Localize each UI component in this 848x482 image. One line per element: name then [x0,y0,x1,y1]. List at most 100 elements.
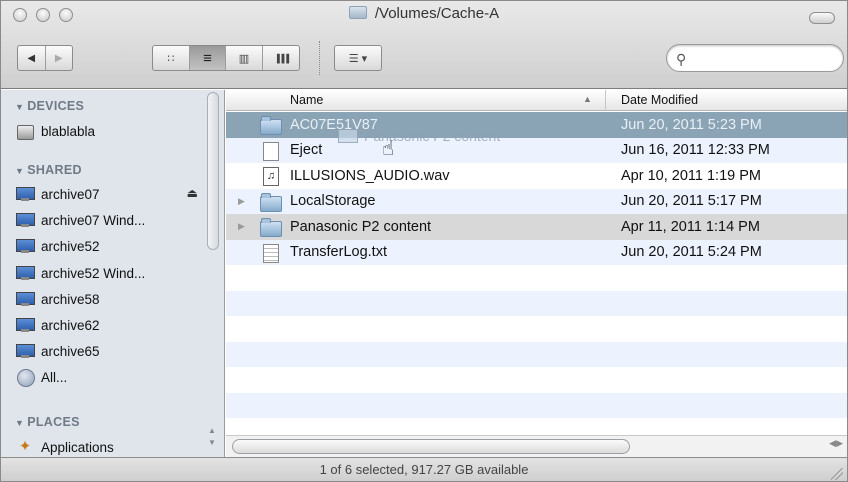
file-row-localstorage[interactable]: ▶ LocalStorage Jun 20, 2011 5:17 PM [226,188,847,214]
horizontal-scroll-thumb[interactable] [232,439,630,454]
monitor-icon [15,186,35,202]
sidebar-scroll-thumb[interactable] [207,92,219,250]
sidebar-item-archive52-windows[interactable]: archive52 Wind... [15,262,145,284]
search-input[interactable] [693,49,833,67]
folder-icon [348,6,367,19]
file-date: Jun 20, 2011 5:23 PM [621,116,762,133]
file-row-transferlog[interactable]: TransferLog.txt Jun 20, 2011 5:24 PM [226,239,847,265]
disclosure-triangle-icon: ▼ [15,418,25,428]
file-date: Apr 11, 2011 1:14 PM [621,218,760,235]
file-row-panasonic-p2-content[interactable]: ▶ Panasonic P2 content Apr 11, 2011 1:14… [226,214,847,240]
file-name: Eject [290,142,323,159]
hand-cursor-icon: ☝ [382,138,395,160]
folder-icon [260,116,282,135]
file-date: Apr 10, 2011 1:19 PM [621,167,761,184]
applications-icon: ✦ [18,438,32,455]
sidebar-item-label: archive62 [41,317,100,333]
empty-row [226,316,847,342]
column-divider[interactable] [605,90,606,111]
arrange-icon: ☰ ▾ [348,52,368,65]
back-button[interactable]: ◀ [18,46,46,70]
sidebar-item-archive07[interactable]: archive07 [15,183,100,205]
sidebar-item-label: Applications [41,439,114,455]
file-date: Jun 20, 2011 5:17 PM [621,193,762,210]
file-name: LocalStorage [290,193,376,210]
toolbar-separator [319,41,321,75]
sidebar-header-devices[interactable]: ▼ DEVICES [15,99,84,113]
resize-grip-icon[interactable] [831,468,843,480]
status-text: 1 of 6 selected, 917.27 GB available [319,462,529,477]
file-name: Panasonic P2 content [290,218,432,235]
sidebar-item-archive07-windows[interactable]: archive07 Wind... [15,209,145,231]
sidebar-header-places[interactable]: ▼ PLACES [15,415,80,429]
icon-view-button[interactable]: ∷ [153,46,190,70]
column-header-date-modified[interactable]: Date Modified [621,93,698,107]
sidebar-header-shared[interactable]: ▼ SHARED [15,163,82,177]
empty-row [226,392,847,418]
search-field[interactable]: ⚲ [666,44,844,72]
scroll-arrows-icon[interactable]: ◀▶ [829,438,843,449]
disclosure-triangle-icon[interactable]: ▶ [238,221,245,232]
file-date: Jun 20, 2011 5:24 PM [621,244,762,261]
list-view-icon: ≡ [203,49,212,67]
arrange-group: ☰ ▾ [334,45,382,71]
file-rows: AC07E51V87 Jun 20, 2011 5:23 PM Eject Ju… [226,112,847,444]
empty-row [226,265,847,291]
folder-icon [260,218,282,237]
sidebar-item-archive65[interactable]: archive65 [15,340,100,362]
disk-icon [15,123,35,140]
monitor-icon [15,343,35,359]
sidebar-header-places-label: PLACES [27,415,80,429]
file-row-ac07e51v87[interactable]: AC07E51V87 Jun 20, 2011 5:23 PM [226,112,847,138]
sidebar-item-label: archive58 [41,291,100,307]
file-list: Name ▲ Date Modified AC07E51V87 Jun 20, … [226,90,847,457]
file-row-eject[interactable]: Eject Jun 16, 2011 12:33 PM [226,137,847,163]
column-view-button[interactable]: ▥ [226,46,263,70]
sort-ascending-icon: ▲ [583,94,592,104]
back-forward-group: ◀ ▶ [17,45,73,71]
empty-row [226,367,847,393]
forward-icon: ▶ [54,52,63,64]
horizontal-scrollbar[interactable]: ◀▶ [226,435,847,457]
cover-flow-icon: ▐▐▐ [273,53,289,63]
file-row-illusions-audio[interactable]: ILLUSIONS_AUDIO.wav Apr 10, 2011 1:19 PM [226,163,847,189]
sidebar-item-label: archive65 [41,343,100,359]
view-mode-group: ∷ ≡ ▥ ▐▐▐ [152,45,300,71]
column-view-icon: ▥ [238,52,250,65]
forward-button[interactable]: ▶ [46,46,73,70]
monitor-icon [15,317,35,333]
monitor-icon [15,291,35,307]
sidebar-scrollbar[interactable]: ▲ ▼ [205,90,221,457]
column-headers: Name ▲ Date Modified [226,90,847,111]
monitor-icon [15,265,35,281]
sidebar-item-all[interactable]: All... [15,366,67,388]
sidebar-item-label: archive07 [41,186,100,202]
window-title: /Volumes/Cache-A [1,5,847,22]
file-date: Jun 16, 2011 12:33 PM [621,142,770,159]
sidebar-header-shared-label: SHARED [27,163,82,177]
sidebar-item-label: archive07 Wind... [41,212,146,228]
scroll-arrows-icon[interactable]: ▲ ▼ [208,425,216,449]
sidebar-item-archive58[interactable]: archive58 [15,288,100,310]
sidebar: ▼ DEVICES blablabla ▼ SHARED archive07 ⏏ a… [1,90,225,457]
toolbar-toggle-button[interactable] [809,12,835,24]
finder-window: /Volumes/Cache-A ◀ ▶ ∷ ≡ ▥ ▐▐▐ ☰ ▾ ⚲ ▼ DE… [0,0,848,482]
sidebar-item-archive62[interactable]: archive62 [15,314,100,336]
sidebar-item-label: archive52 [41,238,100,254]
list-view-button[interactable]: ≡ [190,46,226,70]
empty-row [226,290,847,316]
file-name: TransferLog.txt [290,244,387,261]
sidebar-item-archive52[interactable]: archive52 [15,235,100,257]
cover-flow-button[interactable]: ▐▐▐ [263,46,299,70]
arrange-button[interactable]: ☰ ▾ [335,46,381,70]
column-header-name[interactable]: Name [290,93,323,107]
text-file-icon [260,243,280,263]
monitor-icon [15,238,35,254]
monitor-icon [15,212,35,228]
sidebar-item-blablabla[interactable]: blablabla [15,120,95,142]
sidebar-item-applications[interactable]: ✦ Applications [15,436,114,457]
disclosure-triangle-icon[interactable]: ▶ [238,196,245,207]
disclosure-triangle-icon: ▼ [15,102,25,112]
sidebar-item-label: blablabla [41,123,96,139]
eject-icon[interactable]: ⏏ [187,186,198,200]
